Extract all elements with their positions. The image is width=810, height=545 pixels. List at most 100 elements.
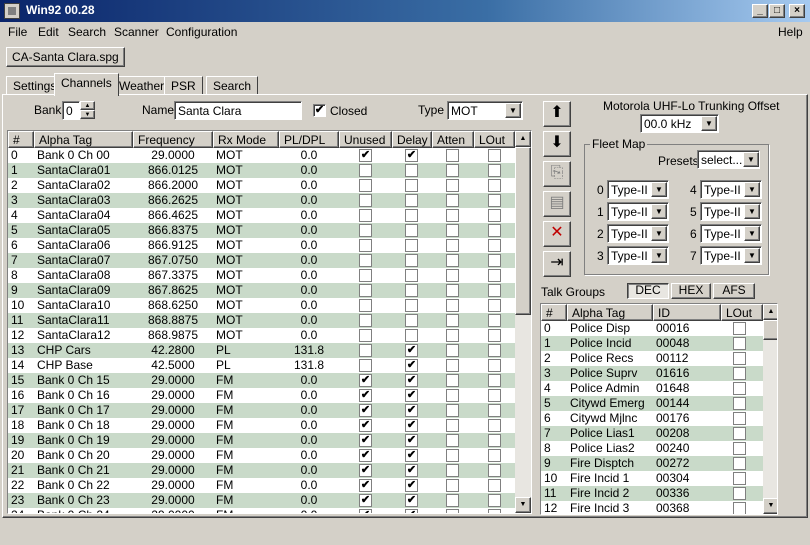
fleet-dropdown-icon[interactable]: ▼ <box>651 204 667 219</box>
table-row[interactable]: 11 Fire Incid 2 00336 <box>541 486 763 501</box>
fleet-dropdown-icon[interactable]: ▼ <box>744 182 760 197</box>
delay-checkbox[interactable] <box>405 329 418 342</box>
fleet-dropdown-icon[interactable]: ▼ <box>651 248 667 263</box>
atten-checkbox[interactable] <box>446 149 459 162</box>
lockout-checkbox[interactable] <box>733 472 746 485</box>
format-dec-button[interactable]: DEC <box>627 283 669 299</box>
column-header[interactable]: LOut <box>474 131 515 148</box>
unused-checkbox[interactable] <box>359 299 372 312</box>
table-row[interactable]: 9 Fire Disptсh 00272 <box>541 456 763 471</box>
delay-checkbox[interactable] <box>405 314 418 327</box>
format-hex-button[interactable]: HEX <box>671 283 711 299</box>
file-tab[interactable]: CA-Santa Clara.spg <box>6 47 125 67</box>
table-row[interactable]: 12 Fire Incid 3 00368 <box>541 501 763 514</box>
table-row[interactable]: 2 Police Recs 00112 <box>541 351 763 366</box>
copy-icon[interactable]: ⎘ <box>543 161 571 187</box>
lout-checkbox[interactable] <box>488 269 501 282</box>
table-row[interactable]: 17 Bank 0 Ch 17 29.0000 FM 0.0 ✔ ✔ <box>8 403 515 418</box>
table-row[interactable]: 3 Police Suprv 01616 <box>541 366 763 381</box>
lout-checkbox[interactable] <box>488 494 501 507</box>
talk-group-scrollbar[interactable]: ▲ ▼ <box>763 304 777 514</box>
table-row[interactable]: 3 SantaClara03 866.2625 MOT 0.0 <box>8 193 515 208</box>
lockout-checkbox[interactable] <box>733 412 746 425</box>
fleet-dropdown-icon[interactable]: ▼ <box>744 248 760 263</box>
delay-checkbox[interactable] <box>405 284 418 297</box>
column-header[interactable]: Rx Mode <box>213 131 279 148</box>
unused-checkbox[interactable] <box>359 344 372 357</box>
table-row[interactable]: 4 Police Admin 01648 <box>541 381 763 396</box>
insert-icon[interactable]: ⇥ <box>543 251 571 277</box>
delay-checkbox[interactable] <box>405 269 418 282</box>
atten-checkbox[interactable] <box>446 194 459 207</box>
column-header[interactable]: Atten <box>432 131 474 148</box>
menu-file[interactable]: File <box>8 25 27 39</box>
table-row[interactable]: 21 Bank 0 Ch 21 29.0000 FM 0.0 ✔ ✔ <box>8 463 515 478</box>
type-dropdown-icon[interactable]: ▼ <box>505 103 521 118</box>
atten-checkbox[interactable] <box>446 284 459 297</box>
atten-checkbox[interactable] <box>446 254 459 267</box>
menu-help[interactable]: Help <box>778 25 803 39</box>
unused-checkbox[interactable]: ✔ <box>359 464 372 477</box>
bank-up-icon[interactable]: ▲ <box>80 101 95 110</box>
table-row[interactable]: 19 Bank 0 Ch 19 29.0000 FM 0.0 ✔ ✔ <box>8 433 515 448</box>
lout-checkbox[interactable] <box>488 149 501 162</box>
table-row[interactable]: 20 Bank 0 Ch 20 29.0000 FM 0.0 ✔ ✔ <box>8 448 515 463</box>
table-row[interactable]: 14 CHP Base 42.5000 PL 131.8 ✔ <box>8 358 515 373</box>
menu-search[interactable]: Search <box>68 25 106 39</box>
fleet-dropdown-icon[interactable]: ▼ <box>744 204 760 219</box>
unused-checkbox[interactable] <box>359 209 372 222</box>
unused-checkbox[interactable] <box>359 284 372 297</box>
atten-checkbox[interactable] <box>446 404 459 417</box>
table-row[interactable]: 15 Bank 0 Ch 15 29.0000 FM 0.0 ✔ ✔ <box>8 373 515 388</box>
unused-checkbox[interactable] <box>359 224 372 237</box>
lout-checkbox[interactable] <box>488 449 501 462</box>
delay-checkbox[interactable]: ✔ <box>405 479 418 492</box>
atten-checkbox[interactable] <box>446 314 459 327</box>
table-row[interactable]: 8 SantaClara08 867.3375 MOT 0.0 <box>8 268 515 283</box>
table-row[interactable]: 24Bank 0 Ch 2429.0000FM0.0 ✔ ✔ <box>8 508 515 513</box>
lout-checkbox[interactable] <box>488 194 501 207</box>
delay-checkbox[interactable] <box>405 209 418 222</box>
table-row[interactable]: 6 SantaClara06 866.9125 MOT 0.0 <box>8 238 515 253</box>
closed-checkbox[interactable]: ✔ <box>313 104 326 117</box>
delay-checkbox[interactable]: ✔ <box>405 389 418 402</box>
table-row[interactable]: 4 SantaClara04 866.4625 MOT 0.0 <box>8 208 515 223</box>
atten-checkbox[interactable] <box>446 389 459 402</box>
column-header[interactable]: Unused <box>339 131 392 148</box>
atten-checkbox[interactable] <box>446 449 459 462</box>
minimize-icon[interactable]: _ <box>752 4 768 18</box>
table-row[interactable]: 23 Bank 0 Ch 23 29.0000 FM 0.0 ✔ ✔ <box>8 493 515 508</box>
name-input[interactable]: Santa Clara <box>174 101 302 120</box>
title-bar[interactable]: Win92 00.28 _ □ × <box>0 0 810 22</box>
table-row[interactable]: 22 Bank 0 Ch 22 29.0000 FM 0.0 ✔ ✔ <box>8 478 515 493</box>
delay-checkbox[interactable] <box>405 194 418 207</box>
atten-checkbox[interactable] <box>446 329 459 342</box>
atten-checkbox[interactable] <box>446 359 459 372</box>
lout-checkbox[interactable] <box>488 254 501 267</box>
presets-dropdown-icon[interactable]: ▼ <box>743 152 759 167</box>
lout-checkbox[interactable] <box>488 434 501 447</box>
atten-checkbox[interactable] <box>446 434 459 447</box>
close-icon[interactable]: × <box>789 4 805 18</box>
unused-checkbox[interactable] <box>359 329 372 342</box>
lockout-checkbox[interactable] <box>733 427 746 440</box>
lout-checkbox[interactable] <box>488 224 501 237</box>
atten-checkbox[interactable] <box>446 269 459 282</box>
tg-scroll-down-icon[interactable]: ▼ <box>763 498 777 514</box>
delay-checkbox[interactable] <box>405 224 418 237</box>
lout-checkbox[interactable] <box>488 329 501 342</box>
lout-checkbox[interactable] <box>488 419 501 432</box>
atten-checkbox[interactable] <box>446 419 459 432</box>
delay-checkbox[interactable]: ✔ <box>405 464 418 477</box>
atten-checkbox[interactable] <box>446 479 459 492</box>
unused-checkbox[interactable] <box>359 239 372 252</box>
delay-checkbox[interactable]: ✔ <box>405 434 418 447</box>
lockout-checkbox[interactable] <box>733 487 746 500</box>
delete-icon[interactable]: ✕ <box>543 221 571 247</box>
table-row[interactable]: 2 SantaClara02 866.2000 MOT 0.0 <box>8 178 515 193</box>
lout-checkbox[interactable] <box>488 239 501 252</box>
atten-checkbox[interactable] <box>446 164 459 177</box>
delay-checkbox[interactable]: ✔ <box>405 404 418 417</box>
table-row[interactable]: 5 Citywd Emerg 00144 <box>541 396 763 411</box>
menu-scanner[interactable]: Scanner <box>114 25 159 39</box>
